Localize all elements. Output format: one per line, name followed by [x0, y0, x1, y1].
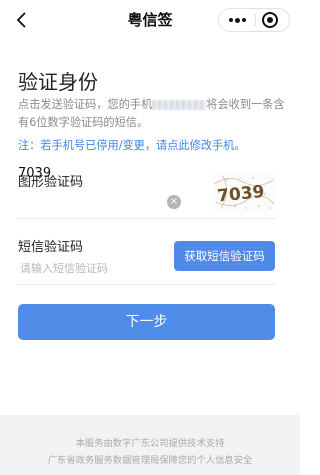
- get-sms-code-button[interactable]: 获取短信验证码: [174, 241, 275, 271]
- sms-code-label: 短信验证码: [18, 240, 84, 255]
- footer: 本服务由数字广东公司提供技术支持 广东省政务服务数据管理局保障您的个人信息安全: [0, 415, 300, 475]
- next-step-button[interactable]: 下一步: [18, 304, 275, 340]
- masked-phone: [152, 100, 207, 110]
- miniprogram-capsule: [218, 8, 290, 32]
- footer-security-text: 广东省政务服务数据管理局保障您的个人信息安全: [47, 455, 253, 466]
- capsule-divider: [255, 14, 256, 26]
- back-chevron-icon[interactable]: [11, 8, 31, 32]
- captcha-image-text: 7039: [216, 182, 265, 207]
- captcha-image[interactable]: 7039: [213, 172, 275, 212]
- sms-field-underline: [18, 284, 275, 285]
- main-content: 验证身份 点击发送验证码，您的手机 将会收到一条含有6位数字验证码的短信。 注：若…: [0, 40, 300, 415]
- desc-text-before: 点击发送验证码，您的手机: [18, 98, 153, 111]
- more-dots-icon[interactable]: [219, 9, 255, 31]
- verify-description: 点击发送验证码，您的手机 将会收到一条含有6位数字验证码的短信。: [18, 96, 286, 132]
- verify-title: 验证身份: [18, 70, 98, 94]
- captcha-input-value[interactable]: 7039: [18, 166, 51, 181]
- change-phone-note[interactable]: 注：若手机号已停用/变更，请点此修改手机。: [18, 137, 246, 153]
- footer-support-text: 本服务由数字广东公司提供技术支持: [75, 438, 225, 449]
- sms-code-input[interactable]: [20, 262, 160, 275]
- captcha-field-underline: [18, 218, 275, 219]
- top-navbar: 粤信签: [0, 0, 300, 40]
- close-target-icon[interactable]: [262, 12, 278, 28]
- clear-circle-icon[interactable]: ×: [167, 195, 181, 209]
